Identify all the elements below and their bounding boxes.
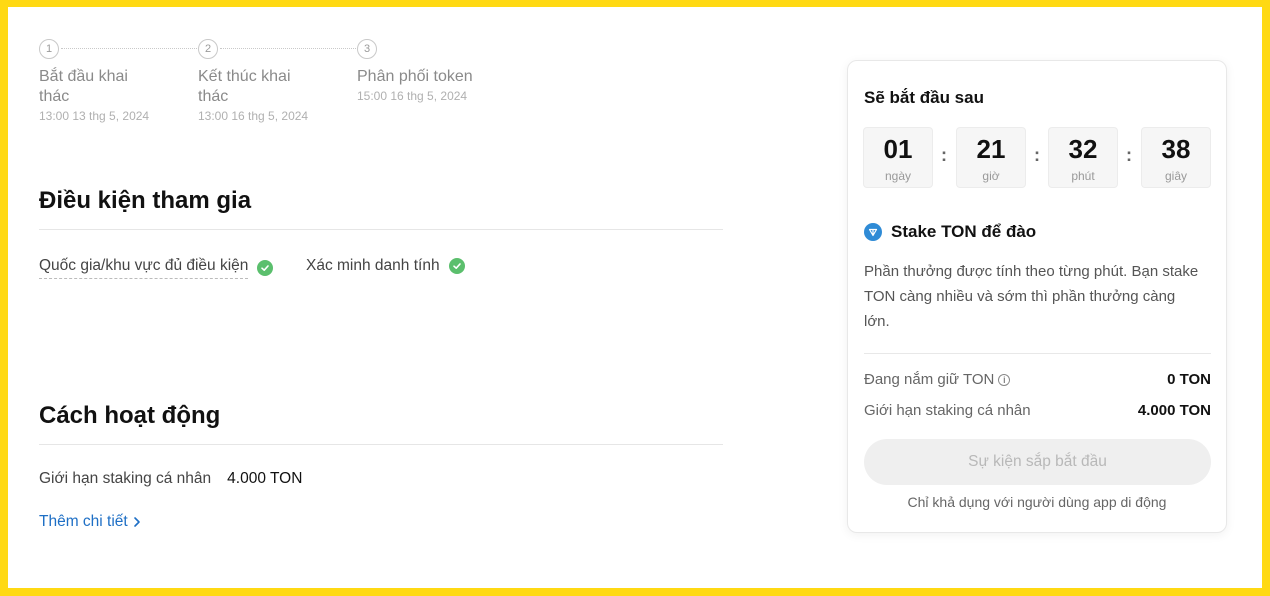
step-title: Kết thúc khai thác: [198, 68, 291, 105]
more-details-link[interactable]: Thêm chi tiết: [39, 513, 143, 531]
stake-title: Stake TON để đào: [891, 222, 1037, 241]
countdown-unit: ngày: [884, 169, 912, 183]
stake-header: Stake TON để đào: [864, 222, 1036, 242]
staking-limit-value: 4.000 TON: [227, 470, 303, 487]
countdown-value: 01: [883, 134, 913, 164]
step-time: 13:00 16 thg 5, 2024: [198, 109, 309, 123]
more-details-label: Thêm chi tiết: [39, 513, 128, 530]
condition-region[interactable]: Quốc gia/khu vực đủ điều kiện: [39, 257, 274, 279]
step-3: 3 Phân phối token 15:00 16 thg 5, 2024: [357, 39, 477, 104]
countdown-value: 38: [1161, 134, 1191, 164]
countdown-hours: 21 giờ: [956, 127, 1026, 188]
ton-icon: [864, 223, 882, 241]
chevron-right-icon: [133, 517, 140, 527]
timeline-steps: 1 Bắt đầu khai thác 13:00 13 thg 5, 2024…: [39, 39, 519, 149]
section-divider: [39, 229, 723, 230]
countdown-minutes: 32 phút: [1048, 127, 1118, 188]
card-limit-value: 4.000 TON: [1137, 402, 1211, 419]
page-frame: 1 Bắt đầu khai thác 13:00 13 thg 5, 2024…: [8, 7, 1262, 588]
step-title: Bắt đầu khai thác: [39, 68, 128, 105]
countdown-title: Sẽ bắt đầu sau: [864, 88, 984, 107]
condition-label[interactable]: Quốc gia/khu vực đủ điều kiện: [39, 257, 249, 279]
condition-identity: Xác minh danh tính: [306, 257, 465, 275]
info-icon[interactable]: i: [998, 373, 1011, 386]
holding-value: 0 TON: [1167, 371, 1211, 388]
countdown-unit: phút: [1071, 169, 1095, 183]
staking-limit-label: Giới hạn staking cá nhân: [39, 470, 212, 487]
conditions-title: Điều kiện tham gia: [39, 187, 252, 214]
section-divider: [39, 444, 723, 445]
how-it-works-title: Cách hoạt động: [39, 402, 221, 429]
card-divider: [864, 353, 1211, 354]
holding-label: Đang nắm giữ TON: [864, 371, 995, 388]
card-limit-label: Giới hạn staking cá nhân: [864, 402, 1031, 419]
countdown-unit: giây: [1164, 169, 1187, 183]
staking-limit-row: Giới hạn staking cá nhân 4.000 TON: [39, 470, 302, 488]
countdown-separator: :: [1126, 145, 1132, 165]
step-number: 1: [39, 39, 59, 59]
step-2: 2 Kết thúc khai thác 13:00 16 thg 5, 202…: [198, 39, 318, 124]
check-icon: [257, 260, 274, 276]
countdown-days: 01 ngày: [863, 127, 933, 188]
condition-label: Xác minh danh tính: [306, 257, 440, 274]
step-time: 13:00 13 thg 5, 2024: [39, 109, 150, 123]
step-1: 1 Bắt đầu khai thác 13:00 13 thg 5, 2024: [39, 39, 159, 124]
staking-card: Sẽ bắt đầu sau 01 ngày : 21 giờ : 32 phú…: [847, 60, 1227, 533]
event-starting-button[interactable]: Sự kiện sắp bắt đầu: [864, 439, 1211, 485]
countdown-unit: giờ: [982, 169, 1000, 183]
card-limit-row: Giới hạn staking cá nhân 4.000 TON: [864, 402, 1211, 419]
countdown-value: 32: [1068, 134, 1098, 164]
holding-row: Đang nắm giữ TON i 0 TON: [864, 371, 1211, 388]
countdown-value: 21: [976, 134, 1006, 164]
check-icon: [448, 258, 465, 274]
step-number: 3: [357, 39, 377, 59]
countdown-seconds: 38 giây: [1141, 127, 1211, 188]
countdown-separator: :: [1034, 145, 1040, 165]
stake-description: Phần thưởng được tính theo từng phút. Bạ…: [864, 263, 1199, 330]
step-connector: [61, 48, 197, 49]
countdown-separator: :: [941, 145, 947, 165]
step-title: Phân phối token: [357, 68, 473, 85]
step-connector: [220, 48, 356, 49]
step-number: 2: [198, 39, 218, 59]
mobile-only-note: Chỉ khả dụng với người dùng app di động: [907, 494, 1167, 510]
step-time: 15:00 16 thg 5, 2024: [357, 89, 468, 103]
